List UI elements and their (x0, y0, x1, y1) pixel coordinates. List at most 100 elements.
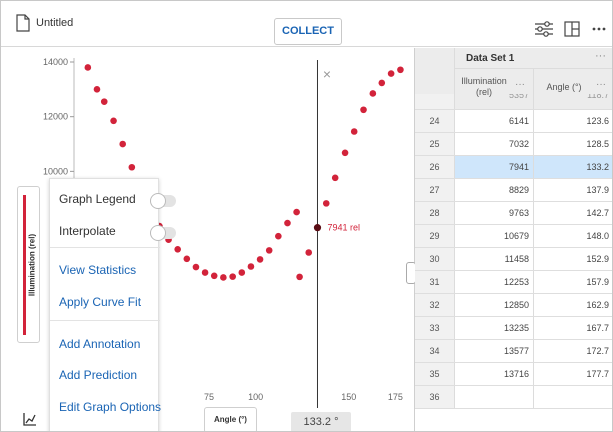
cell-angle[interactable]: 133.2 (534, 156, 612, 178)
cell-value: 13235 (503, 323, 529, 333)
cell-illumination[interactable]: 12850 (455, 294, 534, 316)
table-row[interactable]: 30 11458 152.9 (415, 248, 612, 271)
table-row[interactable]: 26 7941 133.2 (415, 156, 612, 179)
table-row[interactable]: 5357 118.7 (415, 94, 612, 110)
menu-divider (50, 247, 160, 248)
cell-value: 162.9 (586, 300, 609, 310)
data-point (265, 247, 273, 254)
graph-area[interactable]: 10000 12000 14000 75 100 150 175 7941 rel × Illu… (1, 48, 414, 431)
column-more-icon[interactable]: ··· (596, 79, 606, 90)
y-axis-label: Illumination (rel) (27, 233, 37, 297)
cell-angle[interactable]: 167.7 (534, 317, 612, 339)
menu-item[interactable]: Apply Curve Fit (50, 286, 160, 318)
cell-angle[interactable]: 123.6 (534, 110, 612, 132)
cell-angle[interactable]: 177.7 (534, 363, 612, 385)
layout-icon[interactable] (564, 21, 580, 37)
data-point (119, 140, 126, 148)
table-row[interactable]: 32 12850 162.9 (415, 294, 612, 317)
data-point (284, 219, 291, 227)
row-index: 29 (415, 225, 455, 247)
cell-value: 128.5 (586, 139, 609, 149)
table-row[interactable]: 33 13235 167.7 (415, 317, 612, 340)
row-index: 24 (415, 110, 455, 132)
row-index: 28 (415, 202, 455, 224)
x-axis-label-button[interactable]: Angle (°) (204, 407, 257, 431)
cell-value: 172.7 (586, 346, 609, 356)
cell-angle[interactable]: 128.5 (534, 133, 612, 155)
row-index: 34 (415, 340, 455, 362)
cell-value: 7941 (508, 162, 529, 172)
cell-illumination[interactable]: 7032 (455, 133, 534, 155)
menu-item[interactable]: View Statistics (50, 254, 160, 286)
x-tick-label: 75 (204, 392, 214, 402)
cell-value: 5357 (508, 94, 529, 100)
data-set-name[interactable]: Data Set 1 (466, 53, 514, 64)
cell-illumination[interactable]: 9763 (455, 202, 534, 224)
table-row[interactable]: 34 13577 172.7 (415, 340, 612, 363)
table-row[interactable]: 35 13716 177.7 (415, 363, 612, 386)
cell-illumination[interactable]: 13577 (455, 340, 534, 362)
file-icon[interactable] (16, 14, 30, 32)
column-more-icon[interactable]: ··· (515, 79, 525, 90)
cursor-point (313, 224, 322, 232)
data-point (369, 90, 377, 97)
data-set-more-icon[interactable]: ··· (595, 50, 606, 62)
cell-illumination[interactable]: 10679 (455, 225, 534, 247)
cell-angle[interactable]: 142.7 (534, 202, 612, 224)
more-icon[interactable] (592, 27, 606, 31)
menu-item[interactable]: Graph Legend (50, 183, 176, 215)
graph-tools-icon[interactable] (23, 412, 37, 426)
data-table: Data Set 1 ··· Illumination (rel) ··· An… (415, 48, 612, 431)
data-point (256, 256, 264, 263)
data-point (238, 269, 246, 276)
collect-button[interactable]: COLLECT (274, 18, 342, 45)
y-tick-label: 10000 (43, 166, 68, 176)
cell-illumination[interactable]: 12253 (455, 271, 534, 293)
cell-illumination[interactable] (455, 386, 534, 408)
cell-illumination[interactable]: 13716 (455, 363, 534, 385)
data-point (350, 128, 358, 135)
cell-illumination[interactable]: 7941 (455, 156, 534, 178)
table-row[interactable]: 24 6141 123.6 (415, 110, 612, 133)
table-row[interactable]: 27 8829 137.9 (415, 179, 612, 202)
cell-angle[interactable]: 137.9 (534, 179, 612, 201)
table-row[interactable]: 25 7032 128.5 (415, 133, 612, 156)
cell-illumination[interactable]: 11458 (455, 248, 534, 270)
data-point (93, 86, 101, 93)
cell-value: 12850 (503, 300, 529, 310)
cell-angle[interactable]: 118.7 (534, 94, 612, 109)
close-icon[interactable]: × (323, 66, 331, 82)
menu-item[interactable]: Interpolate (50, 215, 176, 247)
menu-item-label: Edit Graph Options (59, 400, 162, 414)
cell-value: 133.2 (586, 162, 609, 172)
y-axis-label-button[interactable]: Illumination (rel) (17, 186, 40, 343)
cell-angle[interactable]: 152.9 (534, 248, 612, 270)
cell-value: 12253 (503, 277, 529, 287)
cell-angle[interactable]: 157.9 (534, 271, 612, 293)
cell-illumination[interactable]: 5357 (455, 94, 534, 109)
data-point (331, 174, 339, 182)
menu-item[interactable]: Add Prediction (50, 359, 160, 391)
table-row[interactable]: 31 12253 157.9 (415, 271, 612, 294)
data-point (397, 66, 404, 74)
data-point (229, 273, 236, 280)
cell-value: 7032 (508, 139, 529, 149)
row-index: 36 (415, 386, 455, 408)
file-title[interactable]: Untitled (36, 17, 73, 29)
cell-illumination[interactable]: 8829 (455, 179, 534, 201)
table-row[interactable]: 36 (415, 386, 612, 409)
cell-angle[interactable]: 172.7 (534, 340, 612, 362)
row-index: 25 (415, 133, 455, 155)
menu-item[interactable]: Add Annotation (50, 328, 160, 360)
table-row[interactable]: 29 10679 148.0 (415, 225, 612, 248)
table-row[interactable]: 28 9763 142.7 (415, 202, 612, 225)
menu-item[interactable]: Edit Graph Options (50, 391, 162, 423)
cell-angle[interactable]: 162.9 (534, 294, 612, 316)
data-set-header[interactable]: Data Set 1 ··· (455, 48, 612, 69)
menu-item-label: Add Prediction (59, 368, 138, 382)
sliders-icon[interactable] (534, 20, 554, 38)
cell-angle[interactable] (534, 386, 612, 408)
cell-angle[interactable]: 148.0 (534, 225, 612, 247)
cell-illumination[interactable]: 13235 (455, 317, 534, 339)
cell-illumination[interactable]: 6141 (455, 110, 534, 132)
